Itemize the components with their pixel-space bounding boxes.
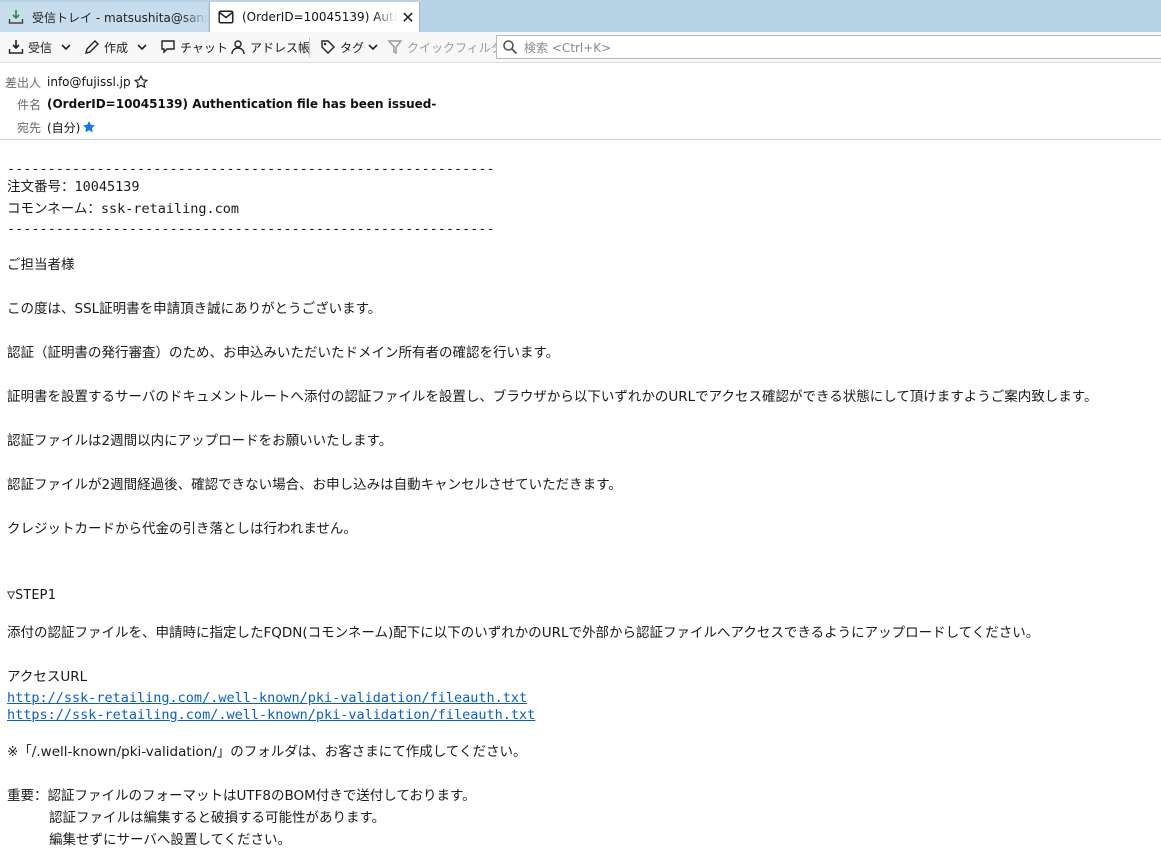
search-icon: [503, 40, 518, 55]
chat-label: チャット: [180, 40, 228, 55]
greeting: ご担当者様: [7, 257, 75, 273]
https-url-link[interactable]: https://ssk-retailing.com/.well-known/pk…: [7, 706, 535, 724]
paragraph: この度は、SSL証明書を申請頂き誠にありがとうございます。: [7, 301, 382, 317]
common-name-line: コモンネーム：ssk-retailing.com: [7, 201, 239, 217]
search-placeholder: 検索 <Ctrl+K>: [524, 40, 612, 55]
tag-label: タグ: [340, 40, 365, 55]
get-mail-dropdown[interactable]: [60, 32, 76, 62]
order-number-line: 注文番号：10045139: [7, 179, 140, 195]
to-row: 宛先 (自分): [0, 117, 96, 137]
close-tab-icon[interactable]: ✕: [397, 8, 419, 27]
contacts-icon: [231, 40, 245, 55]
step-heading: ▽STEP1: [7, 587, 56, 603]
paragraph: 添付の認証ファイルを、申請時に指定したFQDN(コモンネーム)配下に以下のいずれ…: [7, 625, 1040, 641]
important-line: 認証ファイルは編集すると破損する可能性があります。: [49, 810, 386, 826]
pencil-icon: [85, 40, 99, 54]
filter-icon: [387, 40, 403, 55]
important-line: 編集せずにサーバへ設置してください。: [49, 832, 292, 848]
divider-rule: ----------------------------------------…: [7, 161, 495, 177]
tag-icon: [321, 40, 335, 54]
from-row: 差出人 info@fujissl.jp: [0, 72, 148, 92]
tab-label: 受信トレイ - matsushita@sansho: [32, 10, 208, 25]
folder-note: ※「/.well-known/pki-validation/」のフォルダは、お客…: [7, 744, 527, 760]
inbox-download-icon: [8, 9, 24, 25]
chevron-down-icon: [61, 44, 71, 51]
tab-label: (OrderID=10045139) Authentication file h…: [242, 10, 397, 24]
to-label: 宛先: [16, 120, 41, 135]
from-value[interactable]: info@fujissl.jp: [47, 75, 131, 89]
message-header: 差出人 info@fujissl.jp 件名 (OrderID=10045139…: [0, 63, 1161, 140]
http-url-link[interactable]: http://ssk-retailing.com/.well-known/pki…: [7, 689, 527, 707]
paragraph: 認証ファイルは2週間以内にアップロードをお願いいたします。: [7, 433, 393, 449]
paragraph: クレジットカードから代金の引き落としは行われません。: [7, 521, 357, 537]
write-dropdown[interactable]: [136, 32, 152, 62]
important-line: 重要：認証ファイルのフォーマットはUTF8のBOM付きで送付しております。: [7, 788, 476, 804]
tab-message[interactable]: (OrderID=10045139) Authentication file h…: [209, 2, 420, 32]
to-value[interactable]: (自分): [47, 119, 80, 136]
tag-button[interactable]: タグ: [320, 32, 383, 62]
address-book-button[interactable]: アドレス帳: [230, 32, 310, 62]
chevron-down-icon: [368, 44, 378, 51]
paragraph: 証明書を設置するサーバのドキュメントルートへ添付の認証ファイルを設置し、ブラウザ…: [7, 389, 1098, 405]
tab-inbox[interactable]: 受信トレイ - matsushita@sansho: [0, 2, 208, 32]
paragraph: 認証ファイルが2週間経過後、確認できない場合、お申し込みは自動キャンセルさせてい…: [7, 477, 622, 493]
address-book-label: アドレス帳: [250, 40, 311, 55]
access-url-label: アクセスURL: [7, 669, 88, 685]
chevron-down-icon: [137, 44, 147, 51]
from-label: 差出人: [4, 75, 41, 90]
tab-bar: 受信トレイ - matsushita@sansho (OrderID=10045…: [0, 0, 1161, 32]
toolbar-separator: [309, 37, 310, 57]
subject-label: 件名: [16, 97, 41, 112]
divider-rule: ----------------------------------------…: [7, 221, 495, 237]
chat-button[interactable]: チャット: [160, 32, 228, 62]
write-label: 作成: [104, 40, 129, 55]
envelope-icon: [218, 9, 234, 25]
get-mail-label: 受信: [28, 40, 53, 55]
star-outline-icon[interactable]: [133, 75, 148, 89]
search-input[interactable]: 検索 <Ctrl+K>: [496, 35, 1161, 59]
paragraph: 認証（証明書の発行審査）のため、お申込みいただいたドメイン所有者の確認を行います…: [7, 345, 560, 361]
get-mail-icon: [8, 40, 24, 54]
subject-value: (OrderID=10045139) Authentication file h…: [47, 97, 437, 111]
get-mail-button[interactable]: 受信: [8, 32, 52, 62]
subject-row: 件名 (OrderID=10045139) Authentication fil…: [0, 94, 436, 114]
chat-icon: [161, 40, 175, 54]
write-button[interactable]: 作成: [84, 32, 128, 62]
star-filled-icon[interactable]: [82, 120, 96, 134]
